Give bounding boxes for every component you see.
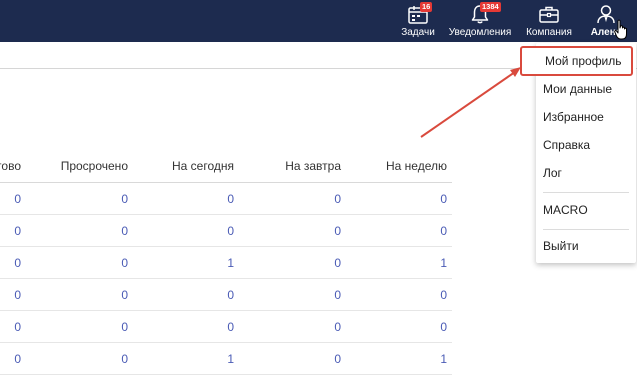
user-dropdown-menu: Мой профиль Мои данные Избранное Справка… [520,43,636,263]
table-row: 0 0 0 0 0 [0,311,452,343]
menu-item-macro[interactable]: MACRO [536,196,636,224]
table-cell[interactable]: 0 [128,279,234,310]
nav-notifications-label: Уведомления [448,27,512,38]
table-cell[interactable]: 0 [234,215,341,246]
table-cell[interactable]: 0 [21,311,128,342]
menu-item-my-profile[interactable]: Мой профиль [520,46,633,76]
table-cell[interactable]: 0 [21,343,128,374]
table-cell[interactable]: 0 [128,311,234,342]
table-cell[interactable]: 0 [341,215,447,246]
table-cell[interactable]: 0 [0,311,21,342]
table-cell[interactable]: 0 [234,279,341,310]
header-cell: На сегодня [172,159,234,173]
menu-item-help[interactable]: Справка [536,131,636,159]
header-cell: На неделю [386,159,447,173]
table-cell[interactable]: 0 [21,183,128,214]
table-header: тово Просрочено На сегодня На завтра На … [0,150,452,183]
menu-divider [543,229,629,230]
table-cell[interactable]: 0 [0,247,21,278]
menu-item-my-data[interactable]: Мои данные [536,75,636,103]
table-cell[interactable]: 0 [234,311,341,342]
nav-tasks[interactable]: 16 Задачи [398,0,438,42]
menu-item-favorites[interactable]: Избранное [536,103,636,131]
table-cell[interactable]: 0 [0,343,21,374]
calendar-icon: 16 [407,2,433,25]
summary-table: тово Просрочено На сегодня На завтра На … [0,150,452,375]
table-cell[interactable]: 0 [128,215,234,246]
menu-item-log[interactable]: Лог [536,159,636,187]
table-cell[interactable]: 0 [341,311,447,342]
table-cell[interactable]: 0 [234,343,341,374]
table-cell[interactable]: 0 [341,183,447,214]
table-row: 0 0 1 0 1 [0,247,452,279]
table-row: 0 0 0 0 0 [0,279,452,311]
table-cell[interactable]: 0 [0,183,21,214]
nav-tasks-label: Задачи [401,27,435,38]
menu-item-logout[interactable]: Выйти [536,232,636,260]
table-cell[interactable]: 0 [21,215,128,246]
bell-icon: 1384 [469,2,501,25]
table-cell[interactable]: 0 [234,247,341,278]
tasks-badge: 16 [420,2,433,12]
table-row: 0 0 0 0 0 [0,183,452,215]
table-cell[interactable]: 0 [128,183,234,214]
header-cell: На завтра [285,159,341,173]
briefcase-icon [538,3,560,25]
menu-divider [543,192,629,193]
table-cell[interactable]: 0 [0,215,21,246]
table-cell[interactable]: 0 [21,247,128,278]
top-navbar: 16 Задачи 1384 Уведомления Компания Ален… [0,0,637,42]
table-cell[interactable]: 1 [128,247,234,278]
nav-company-label: Компания [526,27,572,38]
table-cell[interactable]: 1 [128,343,234,374]
header-cell: Просрочено [60,159,128,173]
table-row: 0 0 1 0 1 [0,343,452,375]
table-cell[interactable]: 1 [341,343,447,374]
notifications-badge: 1384 [480,2,501,12]
header-cell: тово [0,159,21,173]
nav-notifications[interactable]: 1384 Уведомления [446,0,514,42]
nav-company[interactable]: Компания [522,0,576,42]
table-cell[interactable]: 0 [0,279,21,310]
table-cell[interactable]: 1 [341,247,447,278]
table-cell[interactable]: 0 [234,183,341,214]
table-cell[interactable]: 0 [21,279,128,310]
table-row: 0 0 0 0 0 [0,215,452,247]
hand-cursor-icon [614,19,627,40]
table-cell[interactable]: 0 [341,279,447,310]
